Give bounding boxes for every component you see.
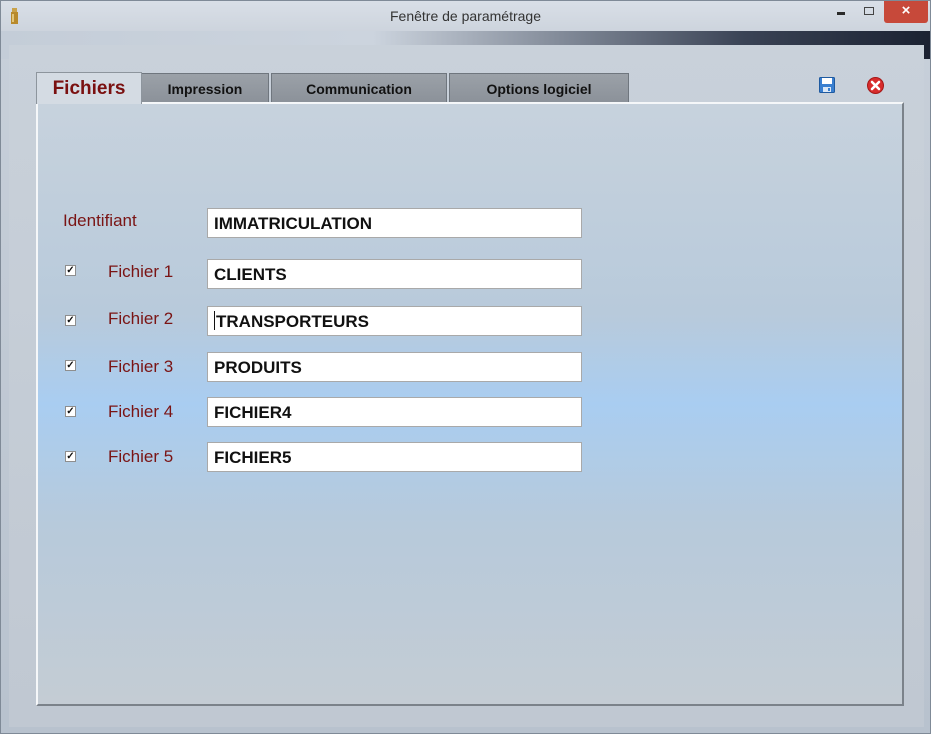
- fichier5-label: Fichier 5: [108, 447, 174, 466]
- fichier2-label: Fichier 2: [108, 309, 174, 328]
- fichier1-checkbox[interactable]: ✓: [65, 265, 76, 276]
- fichier1-input[interactable]: CLIENTS: [207, 259, 582, 289]
- title-bar[interactable]: Fenêtre de paramétrage ×: [1, 1, 930, 31]
- fichier5-checkbox[interactable]: ✓: [65, 451, 76, 462]
- tab-communication[interactable]: Communication: [271, 73, 447, 103]
- text-caret: [214, 311, 215, 330]
- minimize-button[interactable]: [828, 1, 854, 23]
- tab-impression[interactable]: Impression: [141, 73, 269, 103]
- fichier4-input[interactable]: FICHIER4: [207, 397, 582, 427]
- maximize-button[interactable]: [856, 1, 882, 23]
- identifiant-label: Identifiant: [63, 211, 137, 230]
- save-icon[interactable]: [819, 77, 835, 93]
- window-close-button[interactable]: ×: [884, 1, 928, 23]
- fichier2-input[interactable]: TRANSPORTEURS: [207, 306, 582, 336]
- fichier2-value: TRANSPORTEURS: [216, 312, 370, 331]
- fichier4-label: Fichier 4: [108, 402, 174, 421]
- fichier3-label: Fichier 3: [108, 357, 174, 376]
- tab-fichiers[interactable]: Fichiers: [36, 72, 142, 104]
- window-title: Fenêtre de paramétrage: [390, 8, 541, 24]
- close-x-icon: ×: [901, 2, 911, 19]
- fichier3-input[interactable]: PRODUITS: [207, 352, 582, 382]
- settings-window: Fenêtre de paramétrage × Fichiers Impres…: [0, 0, 931, 734]
- fichier4-checkbox[interactable]: ✓: [65, 406, 76, 417]
- fichier2-checkbox[interactable]: ✓: [65, 315, 76, 326]
- close-icon[interactable]: [867, 77, 884, 94]
- identifiant-input[interactable]: IMMATRICULATION: [207, 208, 582, 238]
- fichier3-checkbox[interactable]: ✓: [65, 360, 76, 371]
- fichier5-input[interactable]: FICHIER5: [207, 442, 582, 472]
- fichier1-label: Fichier 1: [108, 262, 174, 281]
- tab-options-logiciel[interactable]: Options logiciel: [449, 73, 629, 103]
